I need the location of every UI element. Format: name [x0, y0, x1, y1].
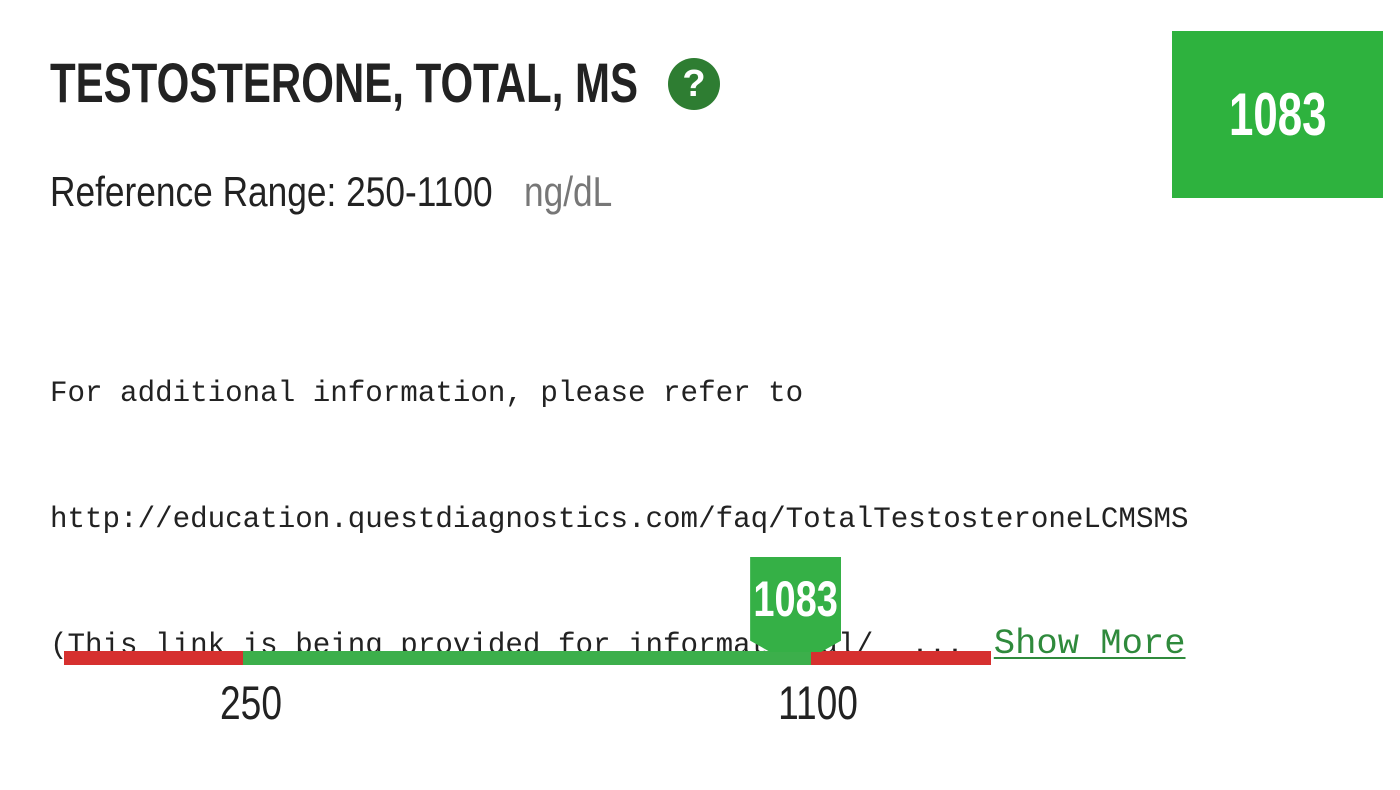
- show-more-link[interactable]: Show More: [994, 623, 1186, 664]
- result-value: 1083: [1228, 80, 1327, 148]
- help-icon[interactable]: ?: [668, 58, 720, 110]
- test-title: TESTOSTERONE, TOTAL, MS: [50, 51, 639, 114]
- range-segment-normal: [243, 651, 811, 665]
- range-high-label: 1100: [778, 676, 858, 729]
- reference-range: Reference Range: 250-1100: [50, 168, 493, 215]
- range-low-label: 250: [220, 676, 282, 729]
- range-segment-below: [64, 651, 243, 665]
- result-value-box: 1083: [1172, 31, 1383, 198]
- result-marker: 1083: [750, 557, 842, 652]
- units-label: ng/dL: [524, 168, 613, 215]
- note-line: For additional information, please refer…: [50, 377, 804, 410]
- lab-result-card: { "test": { "title": "TESTOSTERONE, TOTA…: [0, 0, 1400, 790]
- range-bar: [64, 651, 991, 665]
- result-marker-value: 1083: [753, 571, 838, 627]
- note-line: http://education.questdiagnostics.com/fa…: [50, 503, 1189, 536]
- result-marker-label: 1083: [750, 557, 841, 641]
- result-note: For additional information, please refer…: [50, 289, 1189, 709]
- range-segment-above: [811, 651, 991, 665]
